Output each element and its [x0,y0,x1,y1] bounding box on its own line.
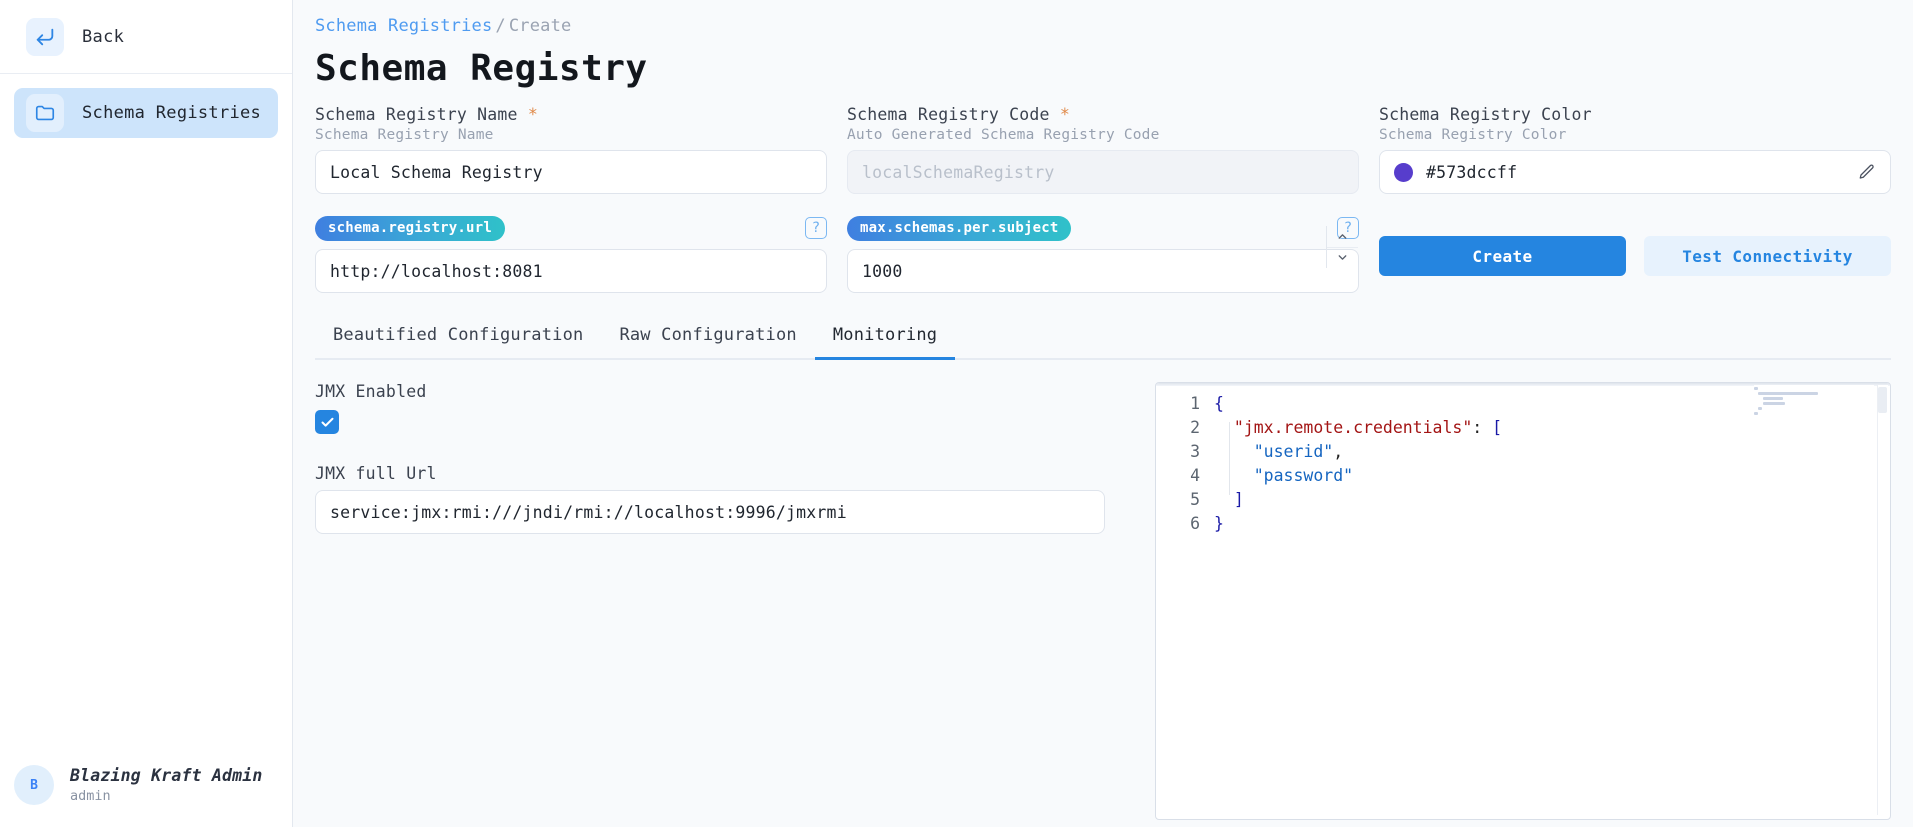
tab-monitoring[interactable]: Monitoring [815,319,955,360]
editor-line-text: } [1214,512,1224,536]
schema-registry-color-input[interactable]: #573dccff [1379,150,1891,194]
code-input-placeholder: localSchemaRegistry [862,163,1055,182]
required-asterisk: * [528,105,538,124]
minimap-line [1763,402,1785,405]
sidebar-nav: Schema Registries [0,74,292,138]
monitoring-left-column: JMX Enabled JMX full Url service:jmx:rmi… [315,382,1135,820]
editor-line-number: 6 [1156,512,1214,536]
name-label-text: Schema Registry Name [315,105,518,124]
editor-line-number: 3 [1156,440,1214,464]
field-schema-registry-color: Schema Registry Color Schema Registry Co… [1379,105,1891,194]
breadcrumb-parent-link[interactable]: Schema Registries [315,16,492,36]
editor-line-number: 2 [1156,416,1214,440]
name-label: Schema Registry Name * [315,105,827,124]
back-label: Back [82,27,124,47]
user-name: Blazing Kraft Admin [70,766,263,785]
config-max-schemas-per-subject: max.schemas.per.subject ? 1000 [847,216,1359,293]
avatar: B [14,765,54,805]
code-sublabel: Auto Generated Schema Registry Code [847,127,1359,143]
jmx-enabled-checkbox[interactable] [315,410,339,434]
color-sublabel: Schema Registry Color [1379,127,1891,143]
required-asterisk: * [1060,105,1070,124]
jmx-url-value: service:jmx:rmi:///jndi/rmi://localhost:… [330,503,847,522]
monitoring-panel: JMX Enabled JMX full Url service:jmx:rmi… [315,382,1891,820]
editor-line-number: 5 [1156,488,1214,512]
form-row-config: schema.registry.url ? http://localhost:8… [315,216,1891,293]
back-arrow-icon [26,18,64,56]
config-schema-registry-url: schema.registry.url ? http://localhost:8… [315,216,827,293]
schema-registry-url-input[interactable]: http://localhost:8081 [315,249,827,293]
jmx-full-url-label: JMX full Url [315,464,1135,483]
page-title: Schema Registry [315,48,1891,89]
action-buttons: Create Test Connectivity [1379,216,1891,276]
code-label-text: Schema Registry Code [847,105,1050,124]
minimap-line [1763,397,1783,400]
name-sublabel: Schema Registry Name [315,127,827,143]
back-button[interactable]: Back [14,12,136,62]
folder-icon [26,94,64,132]
config-badge-schema-registry-url: schema.registry.url [315,216,505,241]
editor-line-text: "password" [1214,464,1353,488]
editor-line-text: "jmx.remote.credentials": [ [1214,416,1502,440]
schema-registry-name-input[interactable]: Local Schema Registry [315,150,827,194]
sidebar-user-section[interactable]: B Blazing Kraft Admin admin [0,765,292,827]
schema-registry-code-input[interactable]: localSchemaRegistry [847,150,1359,194]
sidebar: Back Schema Registries B Blazing Kraft A… [0,0,293,827]
spacer [315,434,1135,464]
user-role: admin [70,788,263,804]
color-swatch [1394,163,1413,182]
editor-scrollbar[interactable] [1877,385,1888,815]
main-content: Schema Registries/Create Schema Registry… [293,0,1913,827]
editor-scrollbar-thumb[interactable] [1878,387,1887,413]
tab-raw-configuration[interactable]: Raw Configuration [601,319,814,360]
jmx-credentials-code-editor[interactable]: 1{2 "jmx.remote.credentials": [3 "userid… [1155,382,1891,820]
form-row-identity: Schema Registry Name * Schema Registry N… [315,105,1891,194]
field-schema-registry-code: Schema Registry Code * Auto Generated Sc… [847,105,1359,194]
number-stepper[interactable] [1326,226,1358,268]
code-label: Schema Registry Code * [847,105,1359,124]
sidebar-back-section: Back [0,0,292,74]
name-input-value: Local Schema Registry [330,163,543,182]
editor-line-text: "userid", [1214,440,1343,464]
jmx-full-url-input[interactable]: service:jmx:rmi:///jndi/rmi://localhost:… [315,490,1105,534]
user-info: Blazing Kraft Admin admin [70,766,263,804]
stepper-down-icon[interactable] [1327,248,1358,269]
tab-beautified-configuration[interactable]: Beautified Configuration [315,319,601,360]
jmx-enabled-label: JMX Enabled [315,382,1135,401]
sidebar-item-schema-registries[interactable]: Schema Registries [14,88,278,138]
max-schemas-config-header: max.schemas.per.subject ? [847,216,1359,240]
editor-line-number: 1 [1156,392,1214,416]
editor-line-text: { [1214,392,1224,416]
tab-bar: Beautified Configuration Raw Configurati… [315,319,1891,360]
help-icon[interactable]: ? [805,217,827,239]
editor-line-number: 4 [1156,464,1214,488]
minimap-line [1754,412,1758,415]
create-button[interactable]: Create [1379,236,1626,276]
max-schemas-input-value: 1000 [862,262,903,281]
url-config-header: schema.registry.url ? [315,216,827,240]
breadcrumb-current: Create [509,16,572,36]
color-value: #573dccff [1426,163,1845,182]
minimap-line [1758,407,1762,410]
pencil-icon[interactable] [1858,163,1876,181]
app-root: Back Schema Registries B Blazing Kraft A… [0,0,1913,827]
config-badge-max-schemas-per-subject: max.schemas.per.subject [847,216,1071,241]
url-input-value: http://localhost:8081 [330,262,543,281]
field-schema-registry-name: Schema Registry Name * Schema Registry N… [315,105,827,194]
stepper-up-icon[interactable] [1327,226,1358,248]
minimap-line [1754,387,1758,390]
breadcrumb: Schema Registries/Create [315,10,1891,38]
max-schemas-per-subject-input[interactable]: 1000 [847,249,1359,293]
sidebar-item-label: Schema Registries [82,103,261,123]
breadcrumb-separator: / [495,16,505,36]
minimap-line [1758,392,1817,395]
test-connectivity-button[interactable]: Test Connectivity [1644,236,1891,276]
editor-minimap[interactable] [1754,385,1874,815]
editor-indent-guide [1229,422,1230,495]
color-label: Schema Registry Color [1379,105,1891,124]
